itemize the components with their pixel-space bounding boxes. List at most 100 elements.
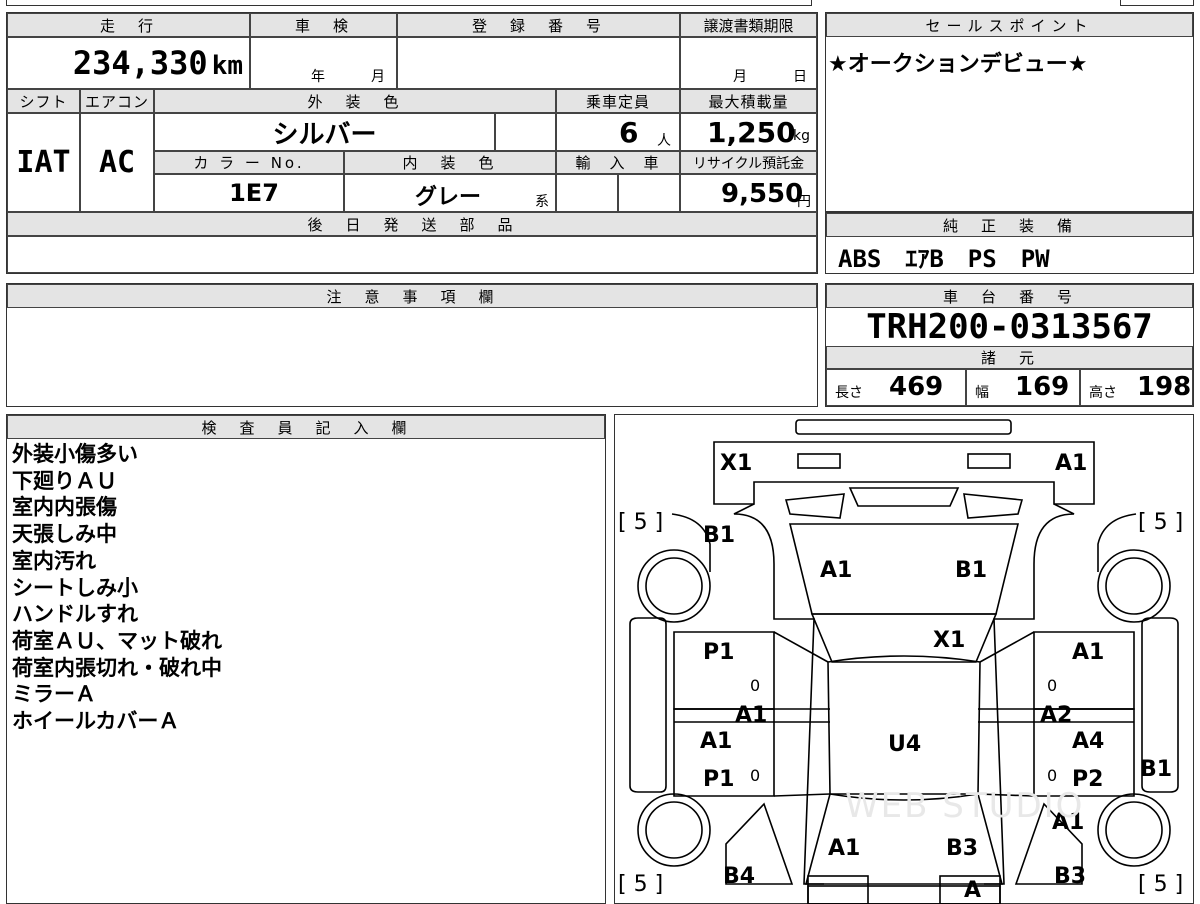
mileage-cell: 234,330 km — [7, 37, 250, 89]
mark-zero-rear-left: 0 — [750, 766, 761, 785]
max-load-value: 1,250 — [707, 116, 796, 149]
inspector-note: 下廻りＡＵ — [12, 468, 117, 493]
max-load-header: 最大積載量 — [680, 89, 817, 113]
mark-b3-tailgate-right: B3 — [946, 836, 979, 861]
watermark: WEB STUDIO — [845, 786, 1085, 826]
chassis-header: 車 台 番 号 — [826, 284, 1193, 308]
mark-a4-rear-right-door: A4 — [1072, 729, 1105, 754]
later-shipping-header: 後 日 発 送 部 品 — [7, 212, 817, 236]
mark-tread-rear-right: [ 5 ] — [1138, 872, 1184, 897]
inspection-header: 車 検 — [250, 13, 397, 37]
interior-color-header: 内 装 色 — [344, 151, 556, 174]
inspector-note: 天張しみ中 — [12, 522, 117, 547]
registration-cell — [397, 37, 680, 89]
mark-p1-front-left-door: P1 — [703, 640, 735, 665]
notes-header: 注 意 事 項 欄 — [7, 284, 817, 308]
capacity-unit: 人 — [657, 133, 671, 149]
mark-a1-front-right: A1 — [1055, 451, 1088, 476]
deadline-month-unit: 月 — [733, 69, 747, 85]
import-cell-a — [556, 174, 618, 212]
recycle-header: リサイクル預託金 — [680, 151, 817, 174]
mark-b3-right-quarter: B3 — [1054, 864, 1087, 889]
mark-tread-front-right: [ 5 ] — [1138, 510, 1184, 535]
recycle-unit: 円 — [797, 194, 811, 210]
mark-a1-left-pillar: A1 — [735, 703, 768, 728]
mark-a2-right-pillar: A2 — [1040, 703, 1073, 728]
inspector-note: 荷室内張切れ・破れ中 — [12, 655, 222, 680]
sales-point-box — [825, 12, 1194, 212]
ac-cell: AC — [80, 113, 154, 212]
mark-b1-left-fender: B1 — [703, 523, 736, 548]
inspector-note: 室内内張傷 — [12, 495, 117, 520]
inspector-note: シートしみ小 — [12, 575, 138, 600]
mark-x1-roof-front: X1 — [933, 628, 966, 653]
mark-u4-roof: U4 — [888, 732, 922, 757]
import-cell-b — [618, 174, 680, 212]
height-cell: 高さ 198 — [1080, 369, 1193, 406]
chassis-value: TRH200-0313567 — [866, 307, 1153, 347]
inspector-note: 外装小傷多い — [12, 442, 138, 466]
interior-color-suffix: 系 — [535, 194, 549, 210]
color-no-value: 1E7 — [229, 179, 279, 207]
color-no-header: カ ラ ー No. — [154, 151, 344, 174]
import-header: 輸 入 車 — [556, 151, 680, 174]
mark-a1-hood: A1 — [820, 558, 853, 583]
registration-header: 登 録 番 号 — [397, 13, 680, 37]
inspector-note: ハンドルすれ — [12, 602, 138, 627]
length-label: 長さ — [835, 385, 863, 401]
genuine-text: ABS ｴｱB PS PW — [838, 245, 1050, 273]
interior-color-cell: グレー 系 — [344, 174, 556, 212]
mark-tread-front-left: [ 5 ] — [618, 510, 664, 535]
inspector-note: 室内汚れ — [12, 548, 96, 573]
mark-zero-front-right: 0 — [1047, 676, 1058, 695]
deadline-day-unit: 日 — [793, 69, 807, 85]
width-label: 幅 — [975, 385, 989, 401]
exterior-color-value: シルバー — [272, 119, 377, 150]
mark-p1-rear-left-door: P1 — [703, 767, 735, 792]
inspector-note: 荷室ＡＵ、マット破れ — [12, 628, 222, 653]
top-edge-right — [1120, 0, 1194, 6]
mark-a-rear-bumper: A — [964, 878, 982, 903]
height-label: 高さ — [1089, 385, 1117, 401]
inspector-note: ホイールカバーＡ — [12, 709, 180, 734]
inspection-month-unit: 月 — [371, 69, 385, 85]
recycle-cell: 9,550 円 — [680, 174, 817, 212]
mark-x1-front-left: X1 — [720, 451, 753, 476]
mark-a1-rear-left-door: A1 — [700, 729, 733, 754]
ac-value: AC — [98, 145, 136, 180]
inspector-header: 検 査 員 記 入 欄 — [7, 415, 605, 439]
mark-b1-right-sill: B1 — [1140, 757, 1173, 782]
inspection-year-unit: 年 — [311, 69, 325, 85]
max-load-cell: 1,250 kg — [680, 113, 817, 151]
dims-header: 諸 元 — [826, 346, 1193, 369]
mark-b4-left-quarter: B4 — [723, 864, 756, 889]
deadline-cell: 月 日 — [680, 37, 817, 89]
ac-header: エアコン — [80, 89, 154, 113]
mark-a1-front-right-door: A1 — [1072, 640, 1105, 665]
sales-point-text: ★オークションデビュー★ — [828, 52, 1088, 77]
inspector-notes: 外装小傷多い 下廻りＡＵ 室内内張傷 天張しみ中 室内汚れ シートしみ小 ハンド… — [12, 441, 222, 735]
mark-tread-rear-left: [ 5 ] — [618, 872, 664, 897]
exterior-color-extra — [495, 113, 556, 151]
mark-zero-rear-right: 0 — [1047, 766, 1058, 785]
mark-a1-tailgate-left: A1 — [828, 836, 861, 861]
shift-value: IAT — [16, 145, 71, 180]
genuine-header: 純 正 装 備 — [826, 213, 1193, 237]
chassis-value-cell: TRH200-0313567 — [826, 307, 1193, 347]
interior-color-value: グレー — [415, 185, 482, 210]
car-outline-diagram — [629, 419, 1179, 904]
width-cell: 幅 169 — [966, 369, 1080, 406]
deadline-header: 譲渡書類期限 — [680, 13, 817, 37]
later-shipping-cell — [7, 236, 817, 273]
top-edge-cells — [6, 0, 812, 6]
inspector-note: ミラーＡ — [12, 682, 96, 707]
max-load-unit: kg — [793, 128, 810, 144]
shift-header: シフト — [7, 89, 80, 113]
mark-zero-front-left: 0 — [750, 676, 761, 695]
color-no-cell: 1E7 — [154, 174, 344, 212]
exterior-color-cell: シルバー — [154, 113, 495, 151]
height-value: 198 — [1137, 372, 1192, 402]
mark-b1-hood: B1 — [955, 558, 988, 583]
length-value: 469 — [889, 372, 944, 402]
mileage-unit: km — [211, 51, 243, 81]
